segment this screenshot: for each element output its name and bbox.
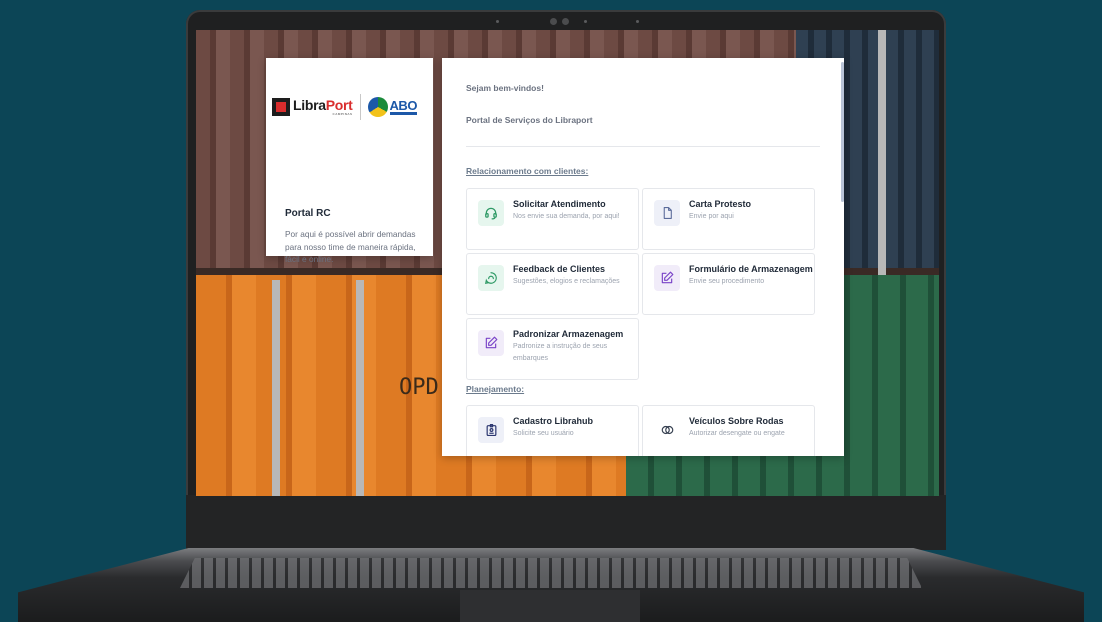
welcome-text: Sejam bem-vindos! <box>466 83 544 93</box>
toggle-icon <box>654 417 680 443</box>
tile-description: Padronize a instrução de seus embarques <box>513 343 608 362</box>
abo-logo-icon <box>367 97 388 117</box>
tile-veiculos-sobre-rodas[interactable]: Veículos Sobre Rodas Autorizar desengate… <box>642 405 815 456</box>
services-panel: Sejam bem-vindos! Portal de Serviços do … <box>442 58 844 456</box>
edit-icon <box>478 330 504 356</box>
tile-description: Autorizar desengate ou engate <box>689 430 785 437</box>
tile-carta-protesto[interactable]: Carta Protesto Envie por aqui <box>642 188 815 250</box>
tile-feedback-clientes[interactable]: Feedback de Clientes Sugestões, elogios … <box>466 253 639 315</box>
tile-title: Solicitar Atendimento <box>513 199 606 209</box>
edit-icon <box>654 265 680 291</box>
laptop-keyboard <box>180 558 922 588</box>
tile-title: Veículos Sobre Rodas <box>689 416 784 426</box>
section-title-relacionamento: Relacionamento com clientes: <box>466 166 589 176</box>
tile-solicitar-atendimento[interactable]: Solicitar Atendimento Nos envie sua dema… <box>466 188 639 250</box>
libraport-logo: LibraPort CAMPINAS <box>293 97 353 116</box>
tile-description: Sugestões, elogios e reclamações <box>513 278 620 285</box>
tile-description: Envie seu procedimento <box>689 278 765 285</box>
portal-description: Por aqui é possível abrir demandas para … <box>285 229 416 264</box>
laptop-camera <box>458 14 658 28</box>
tile-cadastro-librahub[interactable]: Cadastro Librahub Solicite seu usuário <box>466 405 639 456</box>
laptop-trackpad <box>460 590 640 622</box>
id-badge-icon <box>478 417 504 443</box>
portal-subtitle: Portal de Serviços do Libraport <box>466 115 593 125</box>
feedback-icon <box>478 265 504 291</box>
tile-title: Formulário de Armazenagem <box>689 264 813 274</box>
tile-description: Envie por aqui <box>689 213 734 220</box>
container-label: OPD <box>399 375 439 400</box>
document-icon <box>654 200 680 226</box>
tile-title: Feedback de Clientes <box>513 264 606 274</box>
logo-divider <box>359 94 361 120</box>
tile-title: Padronizar Armazenagem <box>513 329 624 339</box>
tile-title: Carta Protesto <box>689 199 752 209</box>
tile-padronizar-armazenagem[interactable]: Padronizar Armazenagem Padronize a instr… <box>466 318 639 380</box>
logo-row: LibraPort CAMPINAS ABO <box>272 93 430 121</box>
laptop-chin <box>186 495 946 550</box>
laptop-screen: OPD LibraPort CAMPINAS ABO Portal RC Por… <box>196 30 939 496</box>
portal-title: Portal RC <box>285 208 331 219</box>
libraport-logo-icon <box>272 98 290 116</box>
tile-description: Solicite seu usuário <box>513 430 574 437</box>
divider <box>466 146 820 147</box>
scrollbar[interactable] <box>841 62 844 202</box>
section-title-planejamento: Planejamento: <box>466 384 525 394</box>
headset-icon <box>478 200 504 226</box>
abo-logo: ABO <box>389 98 417 115</box>
tile-formulario-armazenagem[interactable]: Formulário de Armazenagem Envie seu proc… <box>642 253 815 315</box>
tile-title: Cadastro Librahub <box>513 416 594 426</box>
portal-info-card: LibraPort CAMPINAS ABO Portal RC Por aqu… <box>266 58 433 264</box>
tile-description: Nos envie sua demanda, por aqui! <box>513 213 620 220</box>
